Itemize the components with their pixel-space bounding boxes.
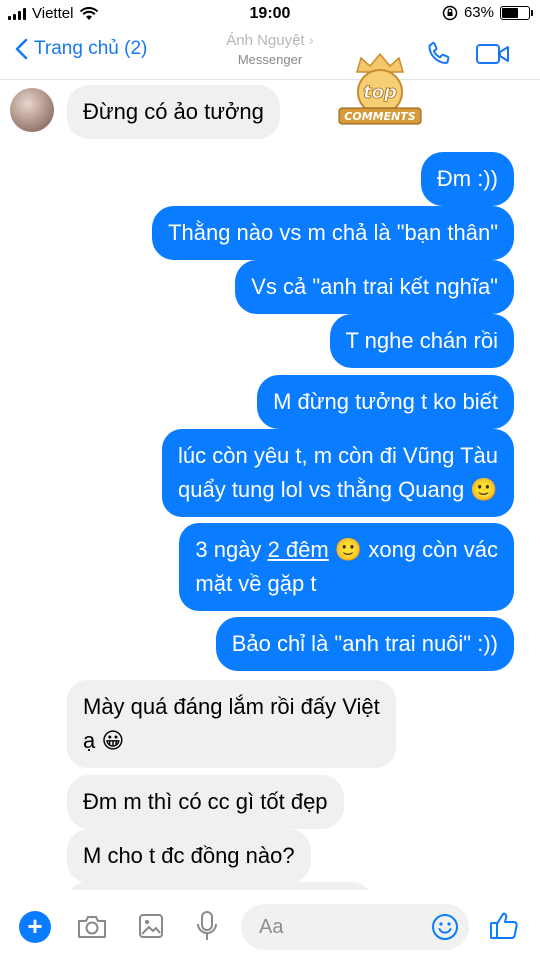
message-bubble-incoming[interactable]: Đm m thì có cc gì tốt đẹp	[67, 775, 344, 829]
message-bubble-outgoing[interactable]: Vs cả "anh trai kết nghĩa"	[235, 260, 514, 314]
message-text-line: quẩy tung lol vs thằng Quang 🙂	[178, 477, 498, 502]
detected-date-link[interactable]: 2 đêm	[268, 537, 329, 562]
message-input-box[interactable]	[241, 904, 469, 950]
message-text: Đm m thì có cc gì tốt đẹp	[83, 789, 328, 814]
microphone-icon[interactable]	[196, 910, 218, 942]
message-text-line: 3 ngày 2 đêm 🙂 xong còn vác	[195, 533, 498, 567]
phone-call-icon[interactable]	[425, 40, 453, 68]
photo-gallery-icon[interactable]	[137, 912, 165, 940]
orientation-lock-icon	[442, 5, 458, 20]
battery-percent: 63%	[463, 4, 494, 21]
message-bubble-outgoing[interactable]: M đừng tưởng t ko biết	[257, 375, 514, 429]
svg-text:COMMENTS: COMMENTS	[344, 110, 416, 123]
message-composer: +	[0, 890, 540, 960]
svg-text:top: top	[363, 82, 397, 103]
thumbs-up-icon[interactable]	[488, 910, 520, 942]
message-bubble-outgoing[interactable]: Thằng nào vs m chả là "bạn thân"	[152, 206, 514, 260]
message-bubble-incoming[interactable]: M cho t đc đồng nào?	[67, 829, 311, 883]
message-text: T nghe chán rồi	[345, 328, 498, 353]
conversation-header: Trang chủ (2) Ánh Nguyệt › Messenger	[0, 30, 540, 80]
camera-icon[interactable]	[76, 913, 108, 941]
message-text: Đm :))	[436, 166, 498, 191]
emoji-icon[interactable]	[431, 913, 459, 941]
battery-group: 63%	[442, 4, 533, 21]
battery-icon	[500, 5, 533, 20]
message-text-line: ạ 😀	[83, 728, 125, 753]
message-text-line: lúc còn yêu t, m còn đi Vũng Tàu	[178, 443, 498, 468]
message-bubble-outgoing[interactable]: 3 ngày 2 đêm 🙂 xong còn vác mặt về gặp t	[179, 523, 514, 611]
contact-name: Ánh Nguyệt ›	[226, 32, 314, 49]
video-call-icon[interactable]	[475, 42, 511, 66]
message-bubble-outgoing[interactable]: lúc còn yêu t, m còn đi Vũng Tàu quẩy tu…	[162, 429, 514, 517]
message-text: Thằng nào vs m chả là "bạn thân"	[168, 220, 498, 245]
plus-icon[interactable]: +	[19, 911, 51, 943]
contact-subtitle: Messenger	[237, 52, 303, 67]
crown-logo: top COMMENTS	[338, 52, 422, 125]
message-text-part: 🙂 xong còn vác	[328, 537, 498, 562]
message-text-part: 3 ngày	[195, 537, 268, 562]
message-text: Vs cả "anh trai kết nghĩa"	[251, 274, 498, 299]
message-bubble-outgoing[interactable]: Bảo chỉ là "anh trai nuôi" :))	[215, 617, 514, 671]
message-text: M đừng tưởng t ko biết	[273, 389, 498, 414]
message-bubble-incoming[interactable]: Mày quá đáng lắm rồi đấy Việt ạ 😀	[67, 680, 396, 768]
contact-avatar[interactable]	[10, 88, 54, 132]
message-input[interactable]	[259, 912, 419, 942]
message-text: M cho t đc đồng nào?	[83, 843, 295, 868]
message-bubble-incoming[interactable]: Đừng có ảo tưởng	[67, 85, 280, 139]
chevron-right-icon: ›	[308, 32, 314, 49]
message-bubble-outgoing[interactable]: Đm :))	[420, 152, 514, 206]
message-text: Bảo chỉ là "anh trai nuôi" :))	[231, 631, 498, 656]
top-comments-watermark: top COMMENTS	[335, 50, 425, 130]
contact-info[interactable]: Ánh Nguyệt › Messenger	[0, 32, 540, 67]
message-text-line: Mày quá đáng lắm rồi đấy Việt	[83, 694, 380, 719]
message-text-line: mặt về gặp t	[195, 571, 317, 596]
status-bar: Viettel 19:00 63%	[0, 0, 540, 30]
message-text: Đừng có ảo tưởng	[83, 99, 264, 124]
message-bubble-outgoing[interactable]: T nghe chán rồi	[329, 314, 514, 368]
